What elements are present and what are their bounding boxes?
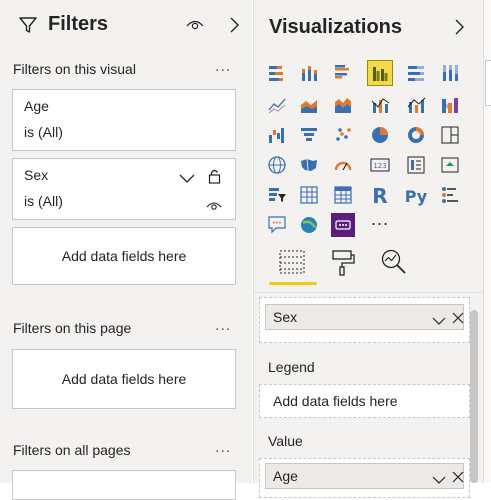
lock-icon[interactable] [208, 168, 221, 189]
pie-chart-icon[interactable] [368, 123, 392, 147]
filter-state: is (All) [24, 124, 63, 140]
remove-field-icon[interactable] [452, 311, 464, 327]
table-icon[interactable] [297, 183, 321, 207]
stacked-area-chart-icon[interactable] [331, 93, 355, 117]
ribbon-chart-icon[interactable] [438, 93, 462, 117]
collapse-visualizations-icon[interactable] [453, 18, 465, 41]
filter-field-name: Age [24, 98, 49, 114]
format-paint-roller-icon[interactable] [330, 248, 356, 281]
scatter-chart-icon[interactable] [331, 123, 355, 147]
multi-row-card-icon[interactable] [404, 153, 428, 177]
kpi-icon[interactable] [438, 153, 462, 177]
collapse-filters-icon[interactable] [228, 16, 240, 39]
eye-icon[interactable] [186, 18, 204, 37]
active-tab-indicator [269, 282, 317, 285]
python-visual-icon[interactable]: Py [402, 183, 430, 207]
more-visuals-icon[interactable]: ... [371, 209, 389, 230]
filter-field-name: Sex [24, 167, 49, 183]
r-visual-icon[interactable]: R [368, 183, 392, 207]
legend-placeholder: Add data fields here [273, 393, 398, 409]
line-and-clustered-column-icon[interactable] [404, 93, 428, 117]
funnel-chart-icon[interactable] [297, 123, 321, 147]
qa-icon[interactable] [265, 213, 289, 237]
clustered-bar-chart-icon[interactable] [331, 61, 355, 85]
fields-tab-icon[interactable] [279, 248, 305, 281]
scrollbar-thumb[interactable] [470, 310, 478, 483]
100-stacked-bar-chart-icon[interactable] [404, 61, 428, 85]
svg-text:123: 123 [373, 162, 386, 170]
100-stacked-column-chart-icon[interactable] [438, 61, 462, 85]
arcgis-map-icon[interactable] [297, 213, 321, 237]
card-icon[interactable]: 123 [368, 153, 392, 177]
chevron-down-icon[interactable] [179, 171, 195, 189]
waterfall-chart-icon[interactable] [265, 123, 289, 147]
clustered-column-chart-icon[interactable] [367, 60, 393, 86]
gauge-icon[interactable] [331, 153, 355, 177]
filters-on-all-pages-label: Filters on all pages [13, 442, 131, 458]
visualizations-pane: Visualizations 123 R Py ... Sex Legend A… [253, 0, 483, 498]
add-data-fields-page[interactable]: Add data fields here [12, 349, 236, 409]
stacked-bar-chart-icon[interactable] [265, 61, 289, 85]
value-field-pill[interactable]: Age [265, 463, 464, 489]
more-options-icon[interactable]: ... [215, 58, 231, 76]
donut-chart-icon[interactable] [404, 123, 428, 147]
svg-text:R: R [372, 184, 387, 207]
value-well[interactable]: Age [259, 458, 470, 498]
tab-divider [254, 292, 483, 293]
axis-field-name: Sex [273, 309, 298, 325]
funnel-icon [18, 15, 38, 40]
line-and-stacked-column-icon[interactable] [368, 93, 392, 117]
chevron-down-icon[interactable] [432, 313, 446, 329]
filters-on-visual-label: Filters on this visual [13, 61, 136, 77]
visualizations-title: Visualizations [269, 16, 403, 38]
remove-field-icon[interactable] [452, 470, 464, 486]
filters-pane: Filters Filters on this visual ... Age i… [0, 0, 252, 500]
custom-visual-icon[interactable] [331, 213, 355, 237]
axis-well[interactable]: Sex [259, 297, 470, 343]
stacked-column-chart-icon[interactable] [297, 61, 321, 85]
legend-well-label: Legend [268, 359, 315, 375]
add-data-fields-all-pages[interactable] [12, 470, 236, 500]
filter-state: is (All) [24, 193, 63, 209]
more-options-icon[interactable]: ... [215, 317, 231, 335]
more-options-icon[interactable]: ... [215, 439, 231, 457]
value-field-name: Age [273, 468, 298, 484]
filter-card-sex[interactable]: Sex is (All) [12, 158, 236, 220]
key-influencers-icon[interactable] [438, 183, 462, 207]
add-data-fields-visual[interactable]: Add data fields here [12, 227, 236, 285]
value-well-label: Value [268, 433, 303, 449]
map-icon[interactable] [265, 153, 289, 177]
filters-header: Filters [0, 0, 252, 50]
filters-title: Filters [48, 13, 109, 35]
legend-well[interactable]: Add data fields here [259, 384, 470, 418]
axis-field-pill[interactable]: Sex [265, 304, 464, 330]
area-chart-icon[interactable] [297, 93, 321, 117]
analytics-magnifier-icon[interactable] [380, 248, 408, 281]
slicer-icon[interactable] [265, 183, 289, 207]
fields-pane-edge [483, 0, 491, 483]
eye-icon[interactable] [206, 199, 222, 217]
svg-text:Py: Py [405, 187, 428, 206]
filled-map-icon[interactable] [297, 153, 321, 177]
filters-on-page-label: Filters on this page [13, 320, 132, 336]
chevron-down-icon[interactable] [432, 472, 446, 488]
collapsed-pane-tab[interactable] [485, 60, 491, 106]
treemap-icon[interactable] [438, 123, 462, 147]
filter-card-age[interactable]: Age is (All) [12, 89, 236, 151]
matrix-icon[interactable] [331, 183, 355, 207]
line-chart-icon[interactable] [265, 93, 289, 117]
